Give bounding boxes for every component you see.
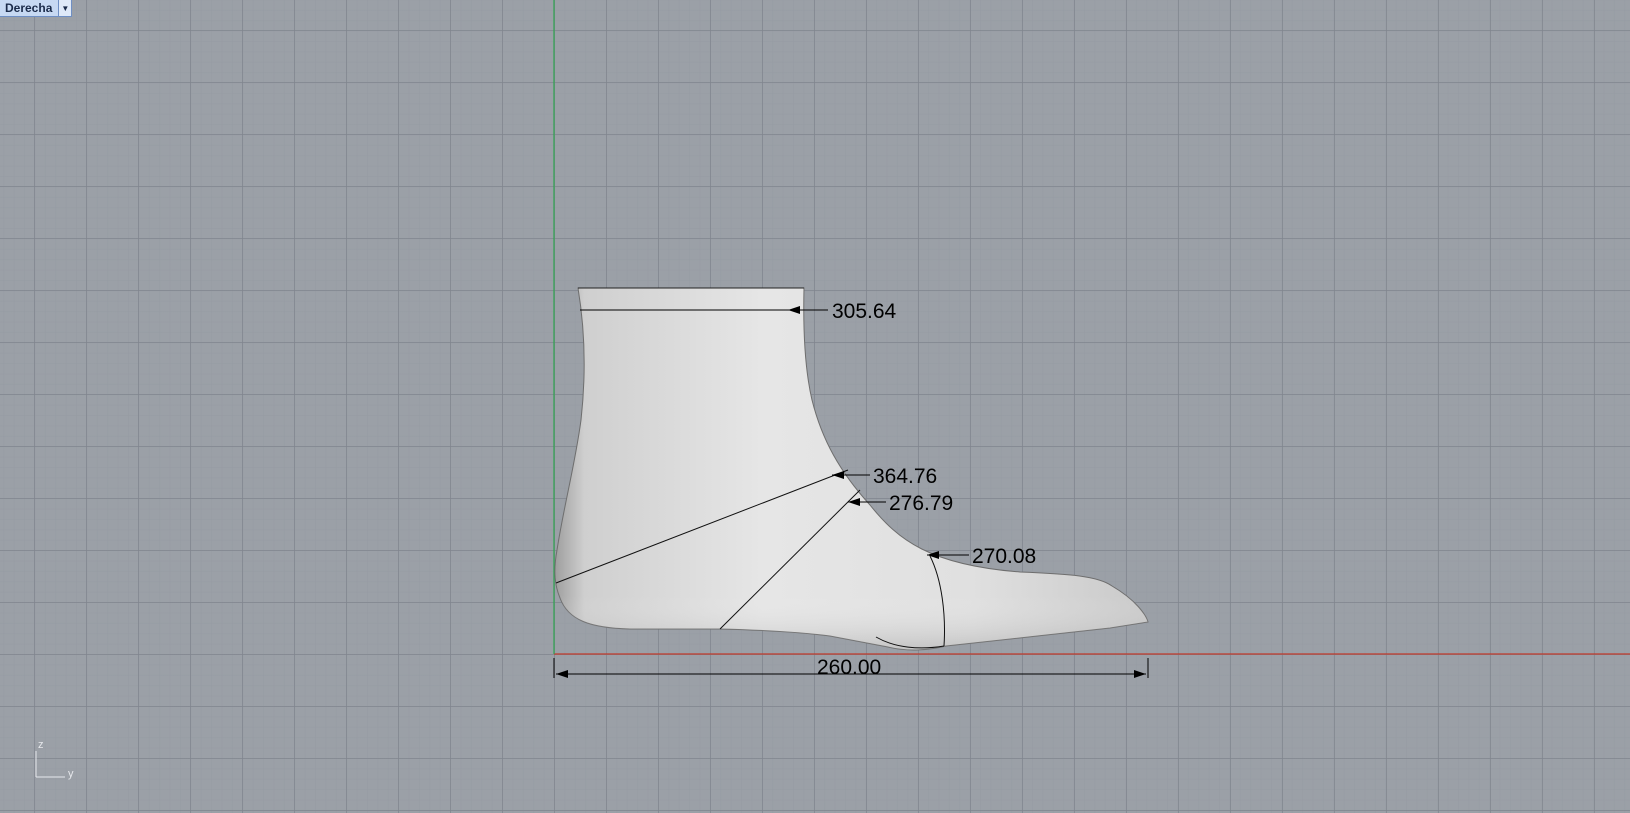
viewport-name[interactable]: Derecha — [0, 0, 58, 16]
arrowhead-icon — [1134, 670, 1146, 678]
dimension-label: 305.64 — [832, 300, 897, 323]
viewport-canvas[interactable]: 305.64 364.76 276.79 270.08 260.00 z y — [0, 0, 1630, 813]
triangle-down-icon[interactable]: ▼ — [58, 0, 72, 16]
dimension-label: 270.08 — [972, 545, 1036, 568]
boot-bottom-shade — [554, 288, 1148, 650]
axis-triad: z y — [35, 739, 74, 780]
dimension-label: 260.00 — [817, 656, 881, 679]
boot-last-model[interactable] — [554, 287, 1149, 651]
arrowhead-icon — [556, 670, 568, 678]
dimension-length[interactable]: 260.00 — [553, 656, 1149, 679]
viewport-title-tab[interactable]: Derecha ▼ — [0, 0, 73, 17]
triad-vertical-label: z — [38, 739, 44, 751]
triad-horizontal-label: y — [68, 768, 74, 780]
dimension-label: 364.76 — [873, 465, 937, 488]
dimension-label: 276.79 — [889, 492, 953, 515]
